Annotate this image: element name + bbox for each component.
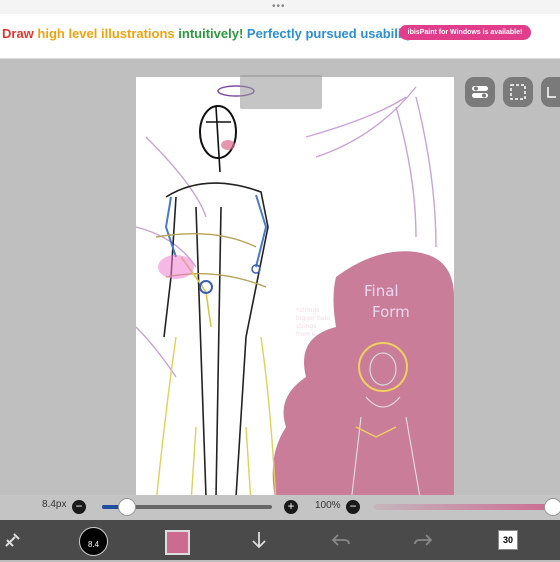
- tools-icon[interactable]: [2, 527, 24, 553]
- status-bar: •••: [0, 0, 560, 14]
- brush-button-label: 8.4: [87, 540, 100, 549]
- sketch-title-line1: Final: [364, 282, 399, 300]
- sketch-artwork: Final Form *strings bigger halo strings fro…: [136, 85, 454, 503]
- transform-icon[interactable]: [541, 77, 560, 107]
- selection-icon[interactable]: [503, 77, 533, 107]
- color-swatch-button[interactable]: [165, 530, 190, 555]
- more-dots-icon[interactable]: •••: [272, 2, 286, 12]
- opacity-decrease-button[interactable]: −: [346, 500, 360, 514]
- undo-icon[interactable]: [330, 527, 352, 553]
- brush-size-knob[interactable]: [117, 498, 136, 516]
- brush-size-increase-button[interactable]: +: [284, 500, 298, 514]
- redo-icon[interactable]: [412, 527, 434, 553]
- opacity-slider[interactable]: [374, 504, 560, 510]
- banner-segment-draw: Draw: [2, 26, 38, 41]
- layer-preview-overlay: [240, 75, 322, 109]
- layers-button[interactable]: 30: [498, 530, 518, 550]
- brush-size-label: 8.4px: [42, 499, 67, 510]
- banner-text: Draw high level illustrations intuitivel…: [2, 26, 417, 41]
- brush-size-decrease-button[interactable]: −: [72, 500, 86, 514]
- opacity-label: 100%: [315, 500, 341, 511]
- banner-segment-intuitively: intuitively!: [178, 26, 247, 41]
- download-icon[interactable]: [248, 527, 270, 553]
- ad-banner[interactable]: Draw high level illustrations intuitivel…: [0, 14, 560, 59]
- sketch-title-line2: Form: [372, 303, 410, 321]
- drawing-canvas[interactable]: Final Form *strings bigger halo strings fro…: [136, 77, 454, 503]
- opacity-knob[interactable]: [544, 498, 560, 516]
- windows-available-badge[interactable]: ibisPaint for Windows is available!: [399, 25, 531, 40]
- banner-segment-usability: Perfectly pursued usability!: [246, 26, 418, 41]
- brush-button[interactable]: 8.4: [79, 527, 108, 556]
- banner-segment-illustrations: high level illustrations: [37, 26, 179, 41]
- toggle-icon[interactable]: [465, 77, 495, 107]
